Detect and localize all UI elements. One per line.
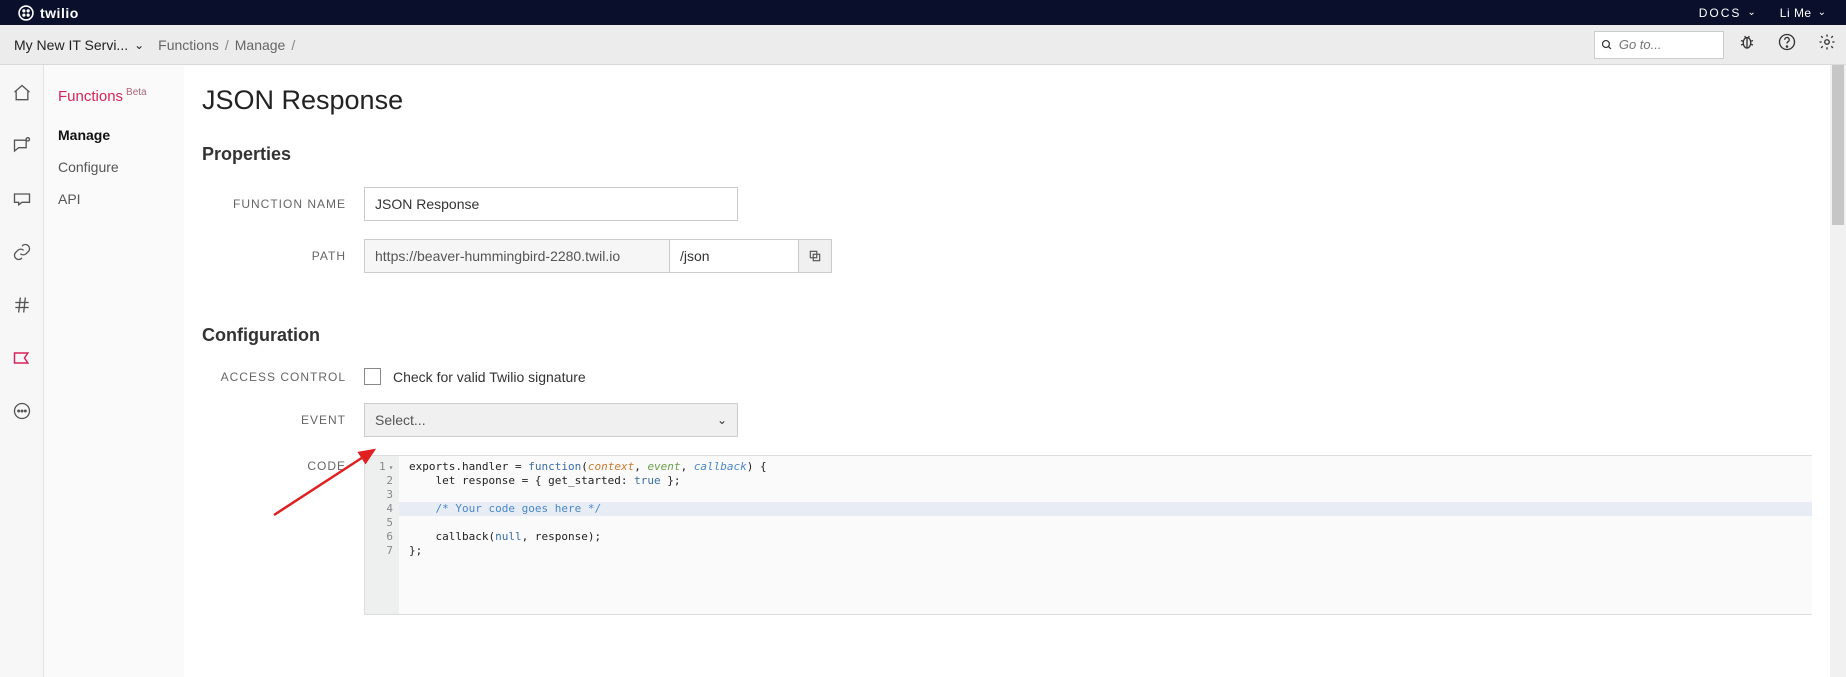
- subbar: My New IT Servi... ⌄ Functions / Manage …: [0, 25, 1846, 65]
- path-slug-input[interactable]: [669, 239, 799, 273]
- sidebar-item-api[interactable]: API: [58, 191, 184, 207]
- breadcrumb: Functions / Manage /: [158, 37, 295, 53]
- search-input[interactable]: [1619, 37, 1717, 52]
- topbar-right: DOCS ⌄ Li Me ⌄: [1699, 6, 1828, 20]
- rail-home-icon[interactable]: [12, 83, 32, 108]
- event-selected-text: Select...: [375, 412, 426, 428]
- twilio-logo-icon: [18, 5, 34, 21]
- chevron-down-icon: ⌄: [717, 413, 727, 427]
- sidebar-title-text: Functions: [58, 88, 123, 105]
- section-configuration: Configuration: [202, 325, 1812, 346]
- code-body[interactable]: exports.handler = function(context, even…: [399, 456, 1812, 614]
- path-base-input: [364, 239, 670, 273]
- main: JSON Response Properties FUNCTION NAME P…: [184, 65, 1830, 677]
- code-editor[interactable]: 1234567 exports.handler = function(conte…: [364, 455, 1812, 615]
- brand-text: twilio: [40, 5, 79, 21]
- sidebar-nav: Manage Configure API: [58, 127, 184, 207]
- user-label: Li Me: [1780, 6, 1812, 20]
- access-checkbox[interactable]: [364, 368, 381, 385]
- copy-path-button[interactable]: [798, 239, 832, 273]
- project-switcher[interactable]: My New IT Servi... ⌄: [14, 37, 144, 53]
- docs-link[interactable]: DOCS ⌄: [1699, 6, 1758, 20]
- search-box[interactable]: [1594, 31, 1724, 59]
- label-code: CODE: [202, 455, 364, 473]
- rail-functions-icon[interactable]: [12, 348, 32, 373]
- access-checkbox-label: Check for valid Twilio signature: [393, 369, 586, 385]
- breadcrumb-sep: /: [291, 37, 295, 53]
- label-path: PATH: [202, 249, 364, 263]
- rail-link-icon[interactable]: [12, 242, 32, 267]
- sidebar-title[interactable]: FunctionsBeta: [58, 87, 184, 105]
- row-function-name: FUNCTION NAME: [202, 187, 1812, 221]
- topbar: twilio DOCS ⌄ Li Me ⌄: [0, 0, 1846, 25]
- row-path: PATH: [202, 239, 1812, 273]
- project-name: My New IT Servi...: [14, 37, 128, 53]
- page-title: JSON Response: [202, 85, 1812, 116]
- section-properties: Properties: [202, 144, 1812, 165]
- search-icon: [1601, 38, 1613, 52]
- rail-chat-icon[interactable]: [12, 136, 32, 161]
- label-function-name: FUNCTION NAME: [202, 197, 364, 211]
- row-event: EVENT Select... ⌄: [202, 403, 1812, 437]
- sidebar: FunctionsBeta Manage Configure API: [44, 65, 184, 677]
- sidebar-item-configure[interactable]: Configure: [58, 159, 184, 175]
- rail-hash-icon[interactable]: [12, 295, 32, 320]
- code-gutter: 1234567: [365, 456, 399, 614]
- sidebar-item-manage[interactable]: Manage: [58, 127, 184, 143]
- scrollbar-thumb[interactable]: [1832, 65, 1844, 225]
- breadcrumb-sep: /: [225, 37, 229, 53]
- copy-icon: [808, 249, 822, 263]
- row-access-control: ACCESS CONTROL Check for valid Twilio si…: [202, 368, 1812, 385]
- crumb-functions[interactable]: Functions: [158, 37, 219, 53]
- icon-rail: [0, 65, 44, 677]
- docs-label: DOCS: [1699, 6, 1742, 20]
- label-access-control: ACCESS CONTROL: [202, 370, 364, 384]
- chevron-down-icon: ⌄: [134, 38, 144, 52]
- function-name-input[interactable]: [364, 187, 738, 221]
- brand[interactable]: twilio: [18, 5, 79, 21]
- debug-icon[interactable]: [1738, 33, 1756, 56]
- row-code: CODE 1234567 exports.handler = function(…: [202, 455, 1812, 615]
- chevron-down-icon: ⌄: [1818, 7, 1828, 18]
- rail-sms-icon[interactable]: [12, 189, 32, 214]
- chevron-down-icon: ⌄: [1747, 7, 1757, 18]
- beta-badge: Beta: [126, 87, 147, 98]
- event-select[interactable]: Select... ⌄: [364, 403, 738, 437]
- crumb-manage[interactable]: Manage: [235, 37, 286, 53]
- user-menu[interactable]: Li Me ⌄: [1780, 6, 1828, 20]
- label-event: EVENT: [202, 413, 364, 427]
- window-scrollbar[interactable]: [1830, 65, 1846, 677]
- help-icon[interactable]: [1778, 33, 1796, 56]
- gear-icon[interactable]: [1818, 33, 1836, 56]
- rail-more-icon[interactable]: [12, 401, 32, 426]
